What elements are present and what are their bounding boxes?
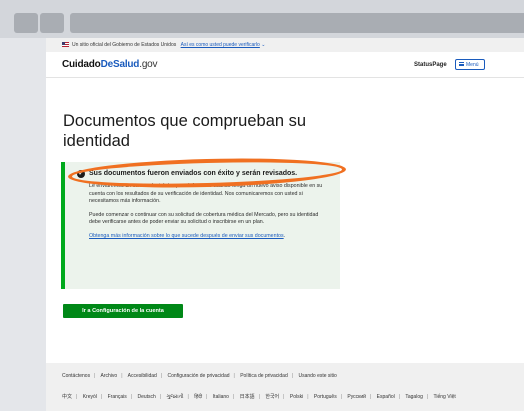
language-link-german[interactable]: Deutsch (138, 394, 156, 400)
page-title: Documentos que comprueban su identidad (63, 112, 307, 150)
menu-button-label: Menú (466, 62, 479, 68)
site-header: CuidadoDeSalud.gov StatusPage Menú (46, 52, 524, 78)
site-logo[interactable]: CuidadoDeSalud.gov (62, 59, 158, 70)
language-link-french[interactable]: Français (108, 394, 127, 400)
footer-languages: 中文 | Kreyòl | Français | Deutsch | ગુજરાતી | … (62, 394, 456, 400)
footer-link-privacy-settings[interactable]: Configuración de privacidad (168, 373, 230, 379)
logo-text-part2: DeSalud (100, 59, 140, 70)
account-settings-button[interactable]: Ir a Configuración de la cuenta (63, 304, 183, 318)
language-link-korean[interactable]: 한국어 (265, 394, 279, 400)
page: Un sitio oficial del Gobierno de Estados… (46, 38, 524, 411)
learn-more-link[interactable]: Obtenga más información sobre lo que suc… (79, 233, 330, 241)
site-footer: Contáctenos | Archivo | Accesibilidad | Con… (46, 363, 524, 411)
footer-links: Contáctenos | Archivo | Accesibilidad | Con… (62, 373, 337, 379)
gov-banner-verify-link[interactable]: Así es como usted puede verificarlo (181, 42, 260, 48)
menu-button[interactable]: Menú (455, 59, 485, 70)
language-link-chinese[interactable]: 中文 (62, 394, 72, 400)
language-link-hindi[interactable]: हिंदी (194, 394, 202, 400)
language-link-japanese[interactable]: 日本語 (240, 394, 255, 400)
browser-back-button[interactable] (14, 13, 38, 33)
language-link-polish[interactable]: Polski (290, 394, 303, 400)
footer-link-contact[interactable]: Contáctenos (62, 373, 90, 379)
status-page-link[interactable]: StatusPage (414, 62, 447, 68)
language-link-gujarati[interactable]: ગુજરાતી (167, 394, 184, 400)
footer-link-accessibility[interactable]: Accesibilidad (128, 373, 157, 379)
learn-more-link-text[interactable]: Obtenga más información sobre lo que suc… (89, 233, 284, 239)
gov-banner-text: Un sitio oficial del Gobierno de Estados… (72, 42, 177, 48)
language-link-vietnamese[interactable]: Tiếng Việt (434, 394, 456, 400)
browser-toolbar (0, 0, 524, 38)
language-link-russian[interactable]: Русский (347, 394, 366, 400)
gov-banner: Un sitio oficial del Gobierno de Estados… (46, 38, 524, 52)
browser-forward-button[interactable] (40, 13, 64, 33)
hamburger-icon (459, 62, 464, 66)
alert-paragraph-application: Puede comenzar o continuar con su solici… (89, 211, 319, 226)
footer-link-using-site[interactable]: Usando este sitio (298, 373, 336, 379)
footer-link-privacy-policy[interactable]: Política de privacidad (240, 373, 288, 379)
language-link-portuguese[interactable]: Português (314, 394, 337, 400)
logo-text-part1: Cuidado (62, 59, 101, 70)
logo-text-part3: .gov (139, 59, 158, 70)
chevron-down-icon[interactable]: ⌄ (260, 42, 265, 48)
language-link-tagalog[interactable]: Tagalog (405, 394, 423, 400)
us-flag-icon (62, 42, 69, 47)
language-link-italian[interactable]: Italiano (213, 394, 229, 400)
browser-address-bar[interactable] (70, 13, 524, 33)
footer-link-archive[interactable]: Archivo (101, 373, 118, 379)
language-link-spanish[interactable]: Español (377, 394, 395, 400)
learn-more-link-period: . (283, 232, 286, 239)
language-link-kreyol[interactable]: Kreyòl (83, 394, 97, 400)
